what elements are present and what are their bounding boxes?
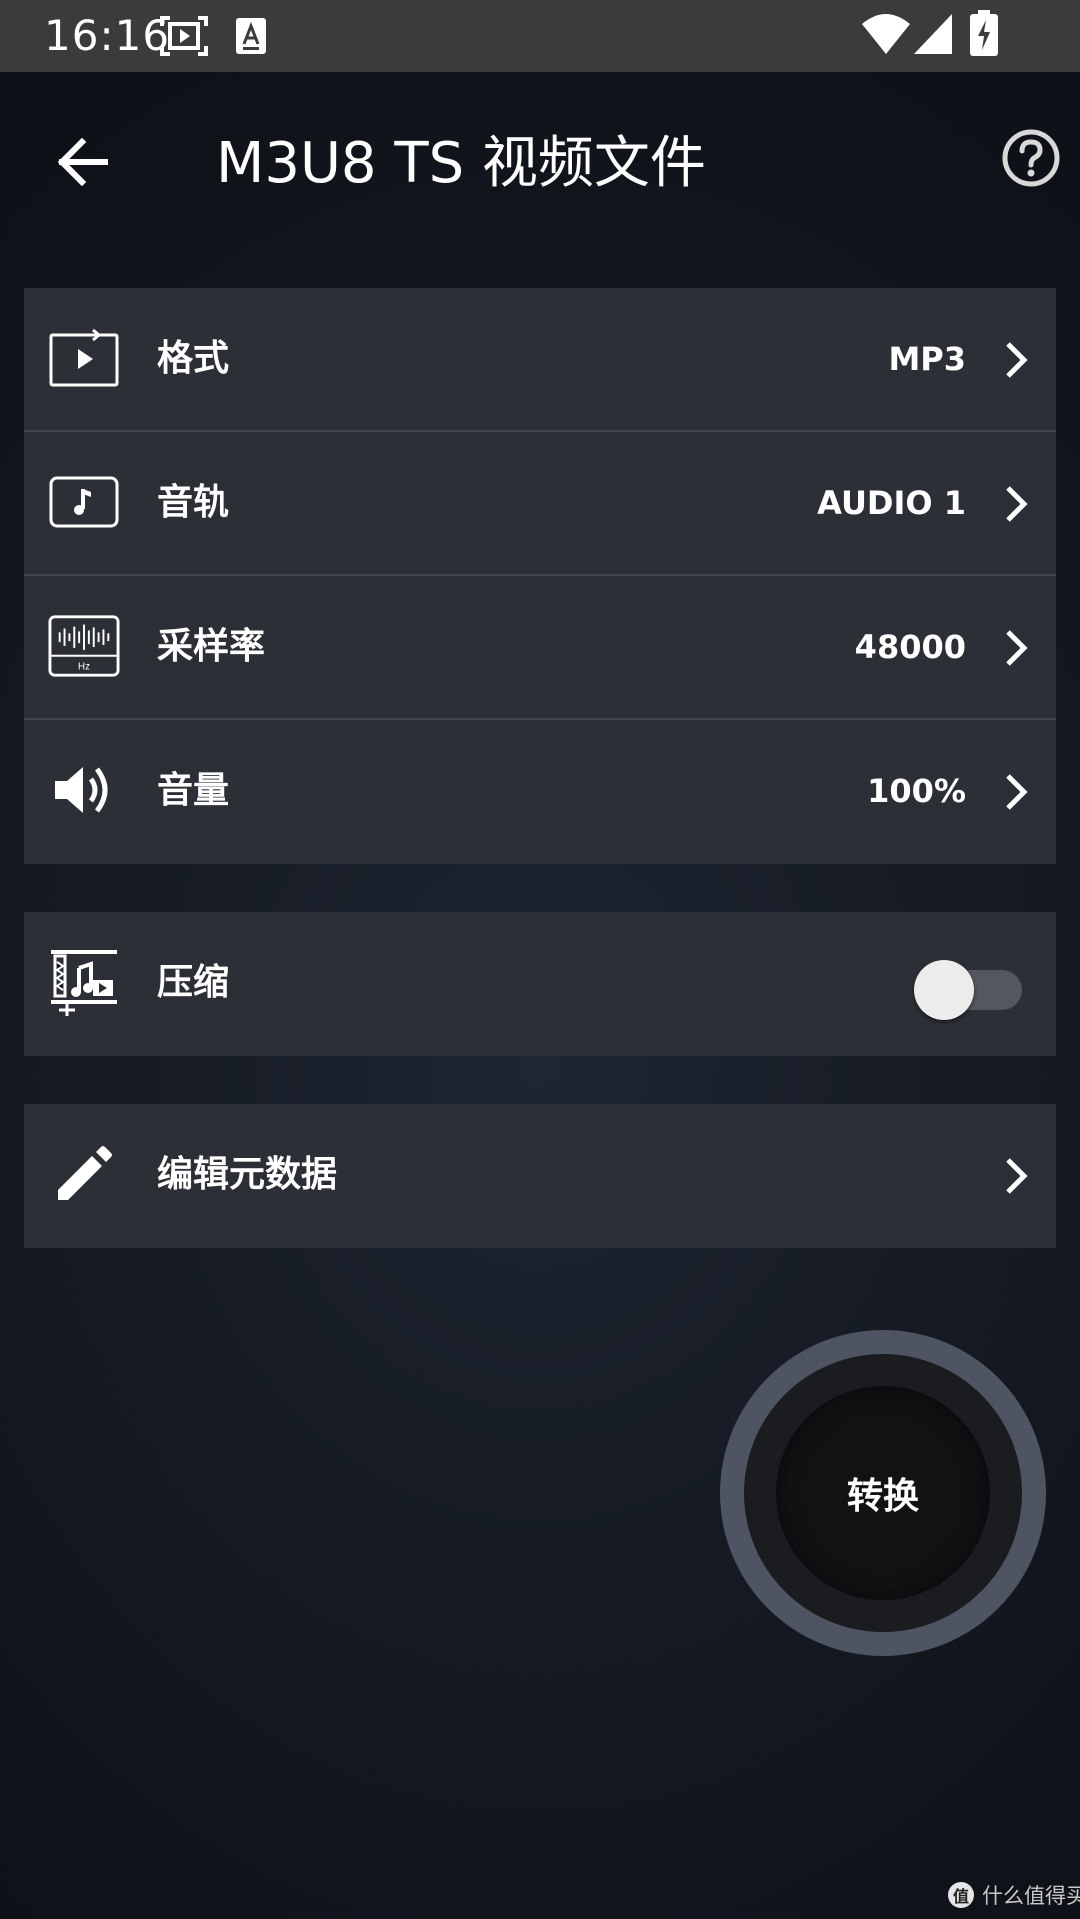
convert-button[interactable]: 转换	[720, 1330, 1046, 1656]
app-bar: M3U8 TS 视频文件	[0, 72, 1080, 242]
metadata-card: 编辑元数据	[24, 1104, 1056, 1248]
convert-button-core: 转换	[776, 1386, 990, 1600]
format-icon	[48, 322, 120, 394]
convert-label: 转换	[846, 1476, 919, 1517]
watermark-badge: 值	[948, 1882, 974, 1908]
volume-icon	[48, 754, 120, 826]
chevron-right-icon	[996, 626, 1036, 670]
format-label: 格式	[157, 338, 230, 379]
page-title: M3U8 TS 视频文件	[216, 131, 706, 196]
volume-label: 音量	[157, 770, 230, 811]
status-bar: 16:16	[0, 0, 1080, 72]
screen-record-icon	[160, 14, 208, 62]
sample-rate-label: 采样率	[157, 626, 266, 667]
compress-row[interactable]: 压缩	[24, 912, 1056, 1056]
sample-rate-icon: Hz	[48, 610, 120, 682]
battery-charging-icon	[970, 10, 998, 60]
chevron-right-icon	[996, 1154, 1036, 1198]
back-button[interactable]	[40, 122, 124, 206]
format-value: MP3	[888, 340, 966, 378]
compress-card: 压缩	[24, 912, 1056, 1056]
help-circle-icon	[1001, 128, 1061, 192]
keyboard-a-icon	[236, 18, 266, 58]
format-row[interactable]: 格式 MP3	[24, 288, 1056, 432]
sample-rate-row[interactable]: Hz 采样率 48000	[24, 576, 1056, 720]
help-button[interactable]	[995, 124, 1067, 196]
compress-label: 压缩	[157, 962, 230, 1003]
audio-track-row[interactable]: 音轨 AUDIO 1	[24, 432, 1056, 576]
audio-track-label: 音轨	[157, 482, 230, 523]
arrow-back-icon	[56, 137, 109, 190]
edit-metadata-label: 编辑元数据	[157, 1154, 338, 1195]
volume-row[interactable]: 音量 100%	[24, 720, 1056, 864]
audio-track-value: AUDIO 1	[817, 484, 966, 522]
chevron-right-icon	[996, 482, 1036, 526]
watermark: 值 什么值得买	[948, 1880, 1080, 1910]
cellular-signal-icon	[914, 14, 952, 58]
pencil-icon	[48, 1138, 120, 1210]
sample-rate-unit: Hz	[78, 661, 90, 672]
compress-toggle[interactable]	[914, 960, 1022, 1020]
settings-card: 格式 MP3 音轨 AUDIO 1 Hz 采样率 48000 音量 100%	[24, 288, 1056, 864]
status-time: 16:16	[44, 11, 171, 60]
wifi-icon	[862, 14, 910, 58]
chevron-right-icon	[996, 770, 1036, 814]
edit-metadata-row[interactable]: 编辑元数据	[24, 1104, 1056, 1248]
toggle-thumb	[914, 960, 974, 1020]
audio-track-icon	[48, 466, 120, 538]
sample-rate-value: 48000	[854, 628, 966, 666]
compress-icon	[48, 946, 120, 1018]
chevron-right-icon	[996, 338, 1036, 382]
volume-value: 100%	[867, 772, 966, 810]
convert-button-ring: 转换	[744, 1354, 1022, 1632]
watermark-text: 什么值得买	[982, 1884, 1080, 1908]
